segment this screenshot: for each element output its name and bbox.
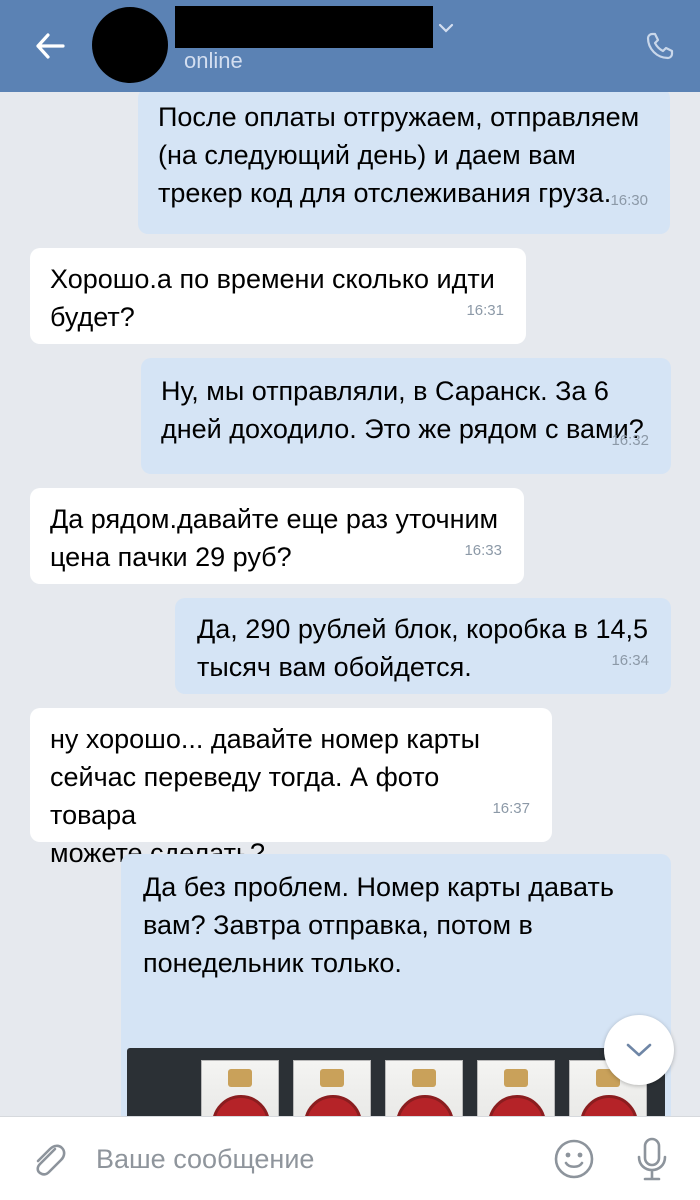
scroll-down-button[interactable] bbox=[604, 1015, 674, 1085]
microphone-icon[interactable] bbox=[632, 1135, 672, 1183]
message-text: ну хорошо... давайте номер карты сейчас … bbox=[50, 724, 480, 868]
message-bubble-outgoing[interactable]: Да, 290 рублей блок, коробка в 14,5 тыся… bbox=[175, 598, 671, 694]
message-time: 16:32 bbox=[611, 432, 649, 449]
online-status: online bbox=[184, 48, 243, 73]
pack-emblem bbox=[504, 1069, 528, 1087]
pack-logo bbox=[212, 1095, 270, 1116]
pack-emblem bbox=[228, 1069, 252, 1087]
message-bubble-outgoing[interactable]: После оплаты отгружаем, отправляем (на с… bbox=[138, 92, 670, 234]
message-text: Да рядом.давайте еще раз уточним цена па… bbox=[50, 504, 499, 572]
message-composer bbox=[0, 1116, 700, 1200]
cigarette-pack bbox=[385, 1060, 463, 1116]
pack-logo bbox=[396, 1095, 454, 1116]
message-bubble-outgoing[interactable]: Да без проблем. Номер карты давать вам? … bbox=[121, 854, 671, 1116]
message-bubble-incoming[interactable]: Хорошо.а по времени сколько идти будет? … bbox=[30, 248, 526, 344]
message-time: 16:31 bbox=[466, 302, 504, 319]
product-photo[interactable] bbox=[127, 1048, 665, 1116]
message-bubble-incoming[interactable]: ну хорошо... давайте номер карты сейчас … bbox=[30, 708, 552, 868]
message-time: 16:34 bbox=[611, 652, 649, 669]
message-time: 16:37 bbox=[492, 800, 530, 817]
message-text: Ну, мы отправляли, в Саранск. За 6 дней … bbox=[161, 376, 644, 444]
pack-logo bbox=[580, 1095, 638, 1116]
cigarette-pack bbox=[477, 1060, 555, 1116]
pack-emblem bbox=[412, 1069, 436, 1087]
cigarette-pack bbox=[293, 1060, 371, 1116]
pack-logo bbox=[304, 1095, 362, 1116]
smiley-icon[interactable] bbox=[553, 1138, 595, 1180]
phone-icon bbox=[646, 32, 674, 60]
call-button[interactable] bbox=[640, 26, 680, 66]
avatar[interactable] bbox=[92, 7, 168, 83]
message-bubble-incoming[interactable]: Да рядом.давайте еще раз уточним цена па… bbox=[30, 488, 524, 584]
contact-name-redacted[interactable] bbox=[175, 6, 433, 48]
message-text: Хорошо.а по времени сколько идти будет? bbox=[50, 264, 495, 332]
pack-logo bbox=[488, 1095, 546, 1116]
back-button[interactable] bbox=[26, 22, 74, 70]
message-text: После оплаты отгружаем, отправляем (на с… bbox=[158, 102, 640, 208]
chevron-down-icon bbox=[626, 1043, 652, 1057]
cigarette-pack bbox=[201, 1060, 279, 1116]
message-text: Да без проблем. Номер карты давать вам? … bbox=[143, 872, 614, 978]
chevron-down-icon[interactable] bbox=[436, 18, 456, 38]
message-bubble-outgoing[interactable]: Ну, мы отправляли, в Саранск. За 6 дней … bbox=[141, 358, 671, 474]
message-text: Да, 290 рублей блок, коробка в 14,5 тыся… bbox=[197, 614, 649, 682]
message-input[interactable] bbox=[96, 1137, 526, 1181]
pack-emblem bbox=[320, 1069, 344, 1087]
chat-header: online bbox=[0, 0, 700, 92]
message-time: 16:33 bbox=[464, 542, 502, 559]
arrow-left-icon bbox=[36, 33, 65, 59]
paperclip-icon[interactable] bbox=[26, 1137, 70, 1181]
message-time: 16:30 bbox=[610, 192, 648, 209]
message-feed[interactable]: После оплаты отгружаем, отправляем (на с… bbox=[0, 92, 700, 1116]
